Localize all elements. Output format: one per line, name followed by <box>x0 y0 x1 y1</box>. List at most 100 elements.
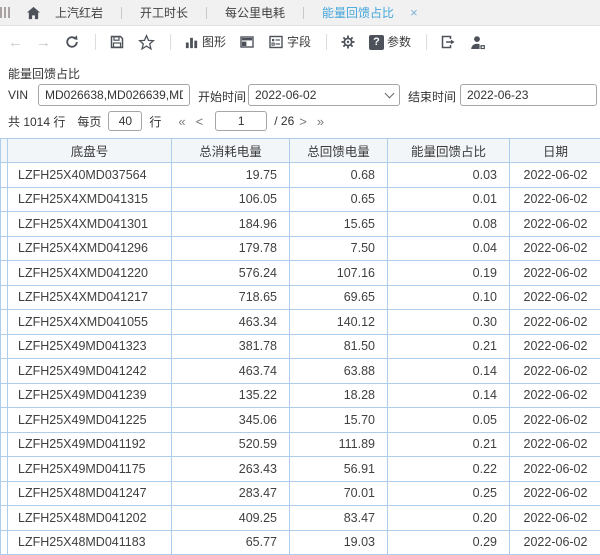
table-cell: 2022-06-02 <box>510 408 600 433</box>
table-cell: 70.01 <box>290 481 388 506</box>
vin-input[interactable] <box>38 84 190 106</box>
per-page-input[interactable] <box>108 111 142 131</box>
table-row[interactable]: LZFH25X49MD041242463.7463.880.142022-06-… <box>1 359 600 384</box>
export-button[interactable] <box>440 34 456 50</box>
table-row[interactable]: LZFH25X49MD041239135.2218.280.142022-06-… <box>1 383 600 408</box>
settings-button[interactable] <box>340 34 356 50</box>
user-button[interactable] <box>469 34 487 51</box>
params-button[interactable]: ? 参数 <box>369 35 411 50</box>
per-page-unit: 行 <box>149 113 161 130</box>
params-button-label: 参数 <box>387 36 411 48</box>
first-page-button[interactable]: « <box>178 114 185 129</box>
table-cell: LZFH25X49MD041192 <box>8 432 172 457</box>
fields-button[interactable]: 字段 <box>268 34 311 50</box>
table-row[interactable]: LZFH25X49MD041175263.4356.910.222022-06-… <box>1 457 600 482</box>
start-time-label: 开始时间 <box>198 88 246 105</box>
table-cell: 69.65 <box>290 285 388 310</box>
tab-energy-feedback-ratio[interactable]: 能量回馈占比 <box>318 4 398 21</box>
next-page-button[interactable]: > <box>299 114 307 129</box>
row-gutter <box>1 408 8 433</box>
table-body: LZFH25X40MD03756419.750.680.032022-06-02… <box>1 163 600 555</box>
table-row[interactable]: LZFH25X48MD041247283.4770.010.252022-06-… <box>1 481 600 506</box>
tab-energy-per-km[interactable]: 每公里电耗 <box>221 4 289 21</box>
tab-separator <box>121 7 122 19</box>
page-number-input[interactable] <box>215 111 267 131</box>
column-header[interactable]: 总回馈电量 <box>290 139 388 163</box>
prev-page-button[interactable]: < <box>196 114 204 129</box>
table-row[interactable]: LZFH25X49MD041225345.0615.700.052022-06-… <box>1 408 600 433</box>
chevron-down-icon <box>385 89 395 99</box>
last-page-button[interactable]: » <box>317 114 324 129</box>
table-cell: 107.16 <box>290 261 388 286</box>
grip-icon[interactable] <box>0 7 10 18</box>
tab-work-duration[interactable]: 开工时长 <box>136 4 192 21</box>
close-tab-icon[interactable]: × <box>410 6 418 19</box>
bar-chart-icon <box>184 35 199 50</box>
save-button[interactable] <box>109 34 125 50</box>
table-cell: 0.01 <box>388 187 510 212</box>
end-time-input[interactable] <box>460 84 597 106</box>
gear-icon <box>340 34 356 50</box>
table-cell: 18.28 <box>290 383 388 408</box>
table-row[interactable]: LZFH25X49MD041192520.59111.890.212022-06… <box>1 432 600 457</box>
table-row[interactable]: LZFH25X49MD041323381.7881.500.212022-06-… <box>1 334 600 359</box>
table-cell: 184.96 <box>172 212 290 237</box>
table-row[interactable]: LZFH25X48MD041202409.2583.470.202022-06-… <box>1 506 600 531</box>
table-cell: 15.70 <box>290 408 388 433</box>
table-cell: 0.22 <box>388 457 510 482</box>
table-cell: 2022-06-02 <box>510 506 600 531</box>
end-time-label: 结束时间 <box>408 88 456 105</box>
tab-home-shanqi[interactable]: 上汽红岩 <box>51 4 107 21</box>
table-cell: LZFH25X49MD041239 <box>8 383 172 408</box>
table-row[interactable]: LZFH25X4XMD041055463.34140.120.302022-06… <box>1 310 600 335</box>
table-row[interactable]: LZFH25X4XMD041217718.6569.650.102022-06-… <box>1 285 600 310</box>
forward-button[interactable]: → <box>36 35 51 50</box>
favorite-button[interactable] <box>138 34 155 51</box>
table-cell: LZFH25X49MD041323 <box>8 334 172 359</box>
refresh-button[interactable] <box>64 34 80 50</box>
graph-button[interactable]: 图形 <box>184 35 226 50</box>
toolbar-divider <box>170 34 171 50</box>
table-cell: 179.78 <box>172 236 290 261</box>
table-row[interactable]: LZFH25X4XMD041220576.24107.160.192022-06… <box>1 261 600 286</box>
dashboard-button[interactable] <box>239 34 255 50</box>
table-cell: 2022-06-02 <box>510 481 600 506</box>
data-table: 底盘号总消耗电量总回馈电量能量回馈占比日期 LZFH25X40MD0375641… <box>0 138 600 555</box>
row-gutter <box>1 506 8 531</box>
table-row[interactable]: LZFH25X4XMD041296179.787.500.042022-06-0… <box>1 236 600 261</box>
toolbar-divider <box>426 34 427 50</box>
table-cell: LZFH25X48MD041247 <box>8 481 172 506</box>
table-cell: 63.88 <box>290 359 388 384</box>
column-header[interactable]: 日期 <box>510 139 600 163</box>
table-cell: 7.50 <box>290 236 388 261</box>
column-header[interactable]: 总消耗电量 <box>172 139 290 163</box>
table-row[interactable]: LZFH25X4XMD041315106.050.650.012022-06-0… <box>1 187 600 212</box>
table-cell: 0.29 <box>388 530 510 555</box>
table-row[interactable]: LZFH25X40MD03756419.750.680.032022-06-02 <box>1 163 600 188</box>
table-cell: 576.24 <box>172 261 290 286</box>
table-cell: LZFH25X4XMD041315 <box>8 187 172 212</box>
table-cell: 520.59 <box>172 432 290 457</box>
table-cell: LZFH25X48MD041183 <box>8 530 172 555</box>
help-icon: ? <box>369 35 384 50</box>
table-cell: 2022-06-02 <box>510 432 600 457</box>
table-cell: 0.14 <box>388 383 510 408</box>
back-button[interactable]: ← <box>8 35 23 50</box>
table-cell: 463.74 <box>172 359 290 384</box>
start-time-select[interactable]: 2022-06-02 <box>248 84 400 106</box>
table-cell: 0.68 <box>290 163 388 188</box>
star-icon <box>138 34 155 51</box>
table-cell: LZFH25X4XMD041301 <box>8 212 172 237</box>
home-icon[interactable] <box>26 6 41 20</box>
table-row[interactable]: LZFH25X48MD04118365.7719.030.292022-06-0… <box>1 530 600 555</box>
table-cell: 0.08 <box>388 212 510 237</box>
table-cell: 106.05 <box>172 187 290 212</box>
column-header[interactable]: 底盘号 <box>8 139 172 163</box>
table-cell: 463.34 <box>172 310 290 335</box>
table-cell: 81.50 <box>290 334 388 359</box>
graph-button-label: 图形 <box>202 36 226 48</box>
table-row[interactable]: LZFH25X4XMD041301184.9615.650.082022-06-… <box>1 212 600 237</box>
row-gutter <box>1 236 8 261</box>
table-cell: 0.14 <box>388 359 510 384</box>
column-header[interactable]: 能量回馈占比 <box>388 139 510 163</box>
